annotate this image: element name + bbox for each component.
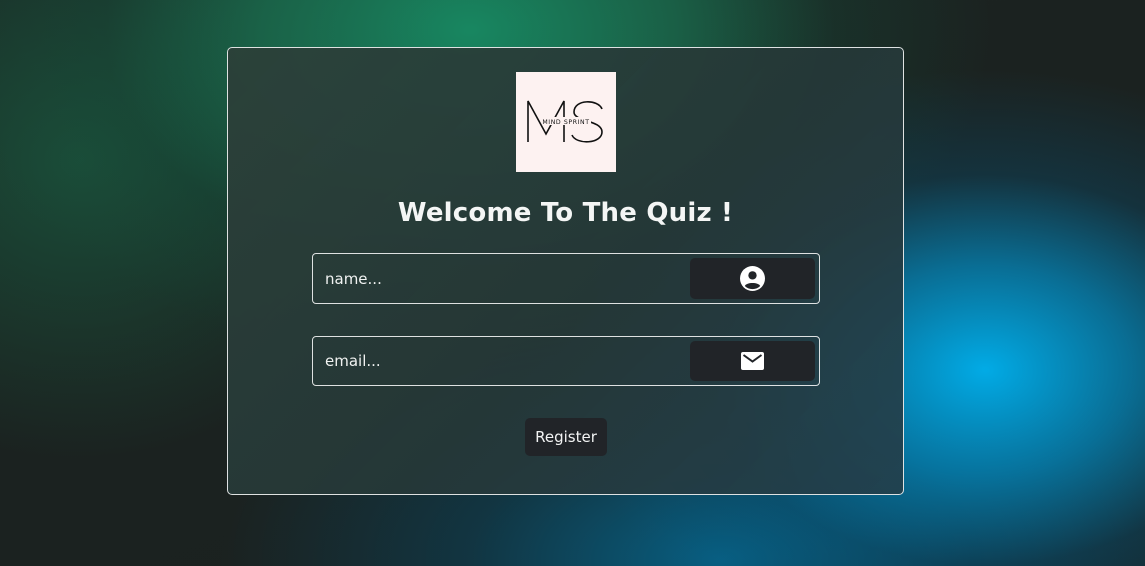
mind-sprint-logo: MIND SPRINT (516, 72, 616, 172)
email-field (312, 336, 820, 386)
user-circle-icon (740, 266, 765, 291)
name-field (312, 253, 820, 304)
registration-card: MIND SPRINT Welcome To The Quiz ! Regist… (227, 47, 904, 495)
email-icon-addon (690, 341, 815, 381)
svg-text:MIND SPRINT: MIND SPRINT (542, 119, 589, 126)
page-title: Welcome To The Quiz ! (397, 198, 734, 228)
name-icon-addon (690, 258, 815, 299)
email-input[interactable] (313, 337, 683, 385)
envelope-icon (741, 352, 764, 370)
register-button[interactable]: Register (525, 418, 607, 456)
name-input[interactable] (313, 254, 683, 303)
